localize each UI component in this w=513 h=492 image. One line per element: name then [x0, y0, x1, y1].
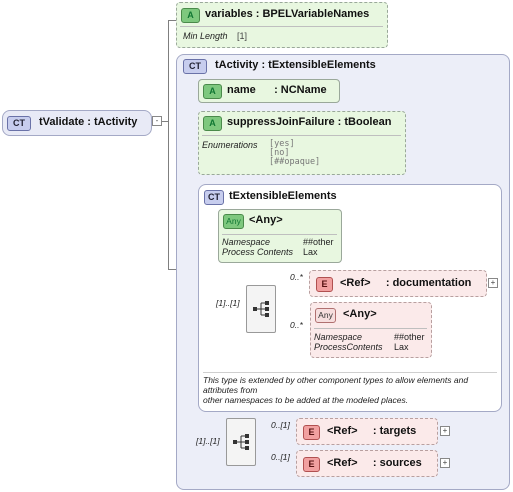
namespace-label: Namespace	[314, 332, 363, 342]
connector	[168, 20, 169, 270]
documentation-cardinality: 0..*	[290, 272, 303, 282]
expand-toggle[interactable]: +	[440, 426, 450, 436]
any-element-title: <Any>	[343, 308, 377, 320]
variables-attribute[interactable]: A variables : BPELVariableNames Min Leng…	[176, 2, 388, 48]
sequence-compositor[interactable]	[246, 285, 276, 333]
collapse-toggle[interactable]: -	[152, 116, 162, 126]
root-node[interactable]: CT tValidate : tActivity	[2, 110, 152, 136]
process-contents-label: Process Contents	[222, 247, 294, 257]
any-attribute[interactable]: Any <Any> Namespace ##other Process Cont…	[218, 209, 342, 263]
divider	[314, 328, 427, 329]
divider	[180, 26, 383, 27]
sources-element-ref[interactable]: E <Ref> : sources	[296, 450, 438, 477]
attribute-icon: A	[203, 116, 222, 131]
any-element[interactable]: Any <Any> Namespace ##other ProcessConte…	[310, 302, 432, 358]
attribute-icon: A	[203, 84, 222, 99]
type-description: This type is extended by other component…	[203, 375, 469, 405]
sources-cardinality: 0..[1]	[271, 452, 290, 462]
documentation-title: <Ref> : documentation	[340, 277, 472, 289]
element-icon: E	[303, 457, 320, 472]
name-attribute-title: name : NCName	[227, 84, 327, 96]
namespace-value: ##other	[394, 332, 425, 342]
expand-toggle[interactable]: +	[440, 458, 450, 468]
element-icon: E	[316, 277, 333, 292]
tactivity-title: tActivity : tExtensibleElements	[215, 59, 376, 71]
textensible-elements-title: tExtensibleElements	[229, 190, 337, 202]
sequence-icon	[233, 434, 249, 450]
divider	[203, 372, 497, 373]
min-length-value: [1]	[237, 31, 248, 41]
divider	[202, 135, 401, 136]
sequence-cardinality: [1]..[1]	[216, 298, 240, 308]
suppress-join-failure-attribute[interactable]: A suppressJoinFailure : tBoolean Enumera…	[198, 111, 406, 175]
sequence-compositor[interactable]	[226, 418, 256, 466]
complex-type-icon: CT	[183, 59, 207, 74]
complex-type-icon: CT	[204, 190, 224, 205]
documentation-element-ref[interactable]: E <Ref> : documentation	[309, 270, 487, 297]
sequence-icon	[253, 301, 269, 317]
targets-title: <Ref> : targets	[327, 425, 417, 437]
enum-value: [##opaque]	[269, 157, 321, 167]
sequence-cardinality: [1]..[1]	[196, 436, 220, 446]
enumeration-values: [yes] [no] [##opaque]	[269, 140, 320, 167]
process-contents-label: ProcessContents	[314, 342, 383, 352]
namespace-value: ##other	[303, 237, 334, 247]
variables-title: variables : BPELVariableNames	[205, 8, 370, 20]
namespace-label: Namespace	[222, 237, 271, 247]
suppress-title: suppressJoinFailure : tBoolean	[227, 116, 392, 128]
min-length-label: Min Length	[183, 31, 228, 41]
any-attribute-icon: Any	[223, 214, 244, 229]
name-attribute[interactable]: A name : NCName	[198, 79, 340, 103]
targets-element-ref[interactable]: E <Ref> : targets	[296, 418, 438, 445]
sources-title: <Ref> : sources	[327, 457, 422, 469]
process-contents-value: Lax	[394, 342, 409, 352]
any-element-icon: Any	[315, 308, 336, 323]
any-element-cardinality: 0..*	[290, 320, 303, 330]
root-node-title: tValidate : tActivity	[39, 116, 138, 128]
process-contents-value: Lax	[303, 247, 318, 257]
expand-toggle[interactable]: +	[488, 278, 498, 288]
any-attribute-title: <Any>	[249, 214, 283, 226]
complex-type-icon: CT	[7, 116, 31, 131]
attribute-icon: A	[181, 8, 200, 23]
divider	[222, 234, 337, 235]
element-icon: E	[303, 425, 320, 440]
targets-cardinality: 0..[1]	[271, 420, 290, 430]
enumerations-label: Enumerations	[202, 140, 258, 150]
